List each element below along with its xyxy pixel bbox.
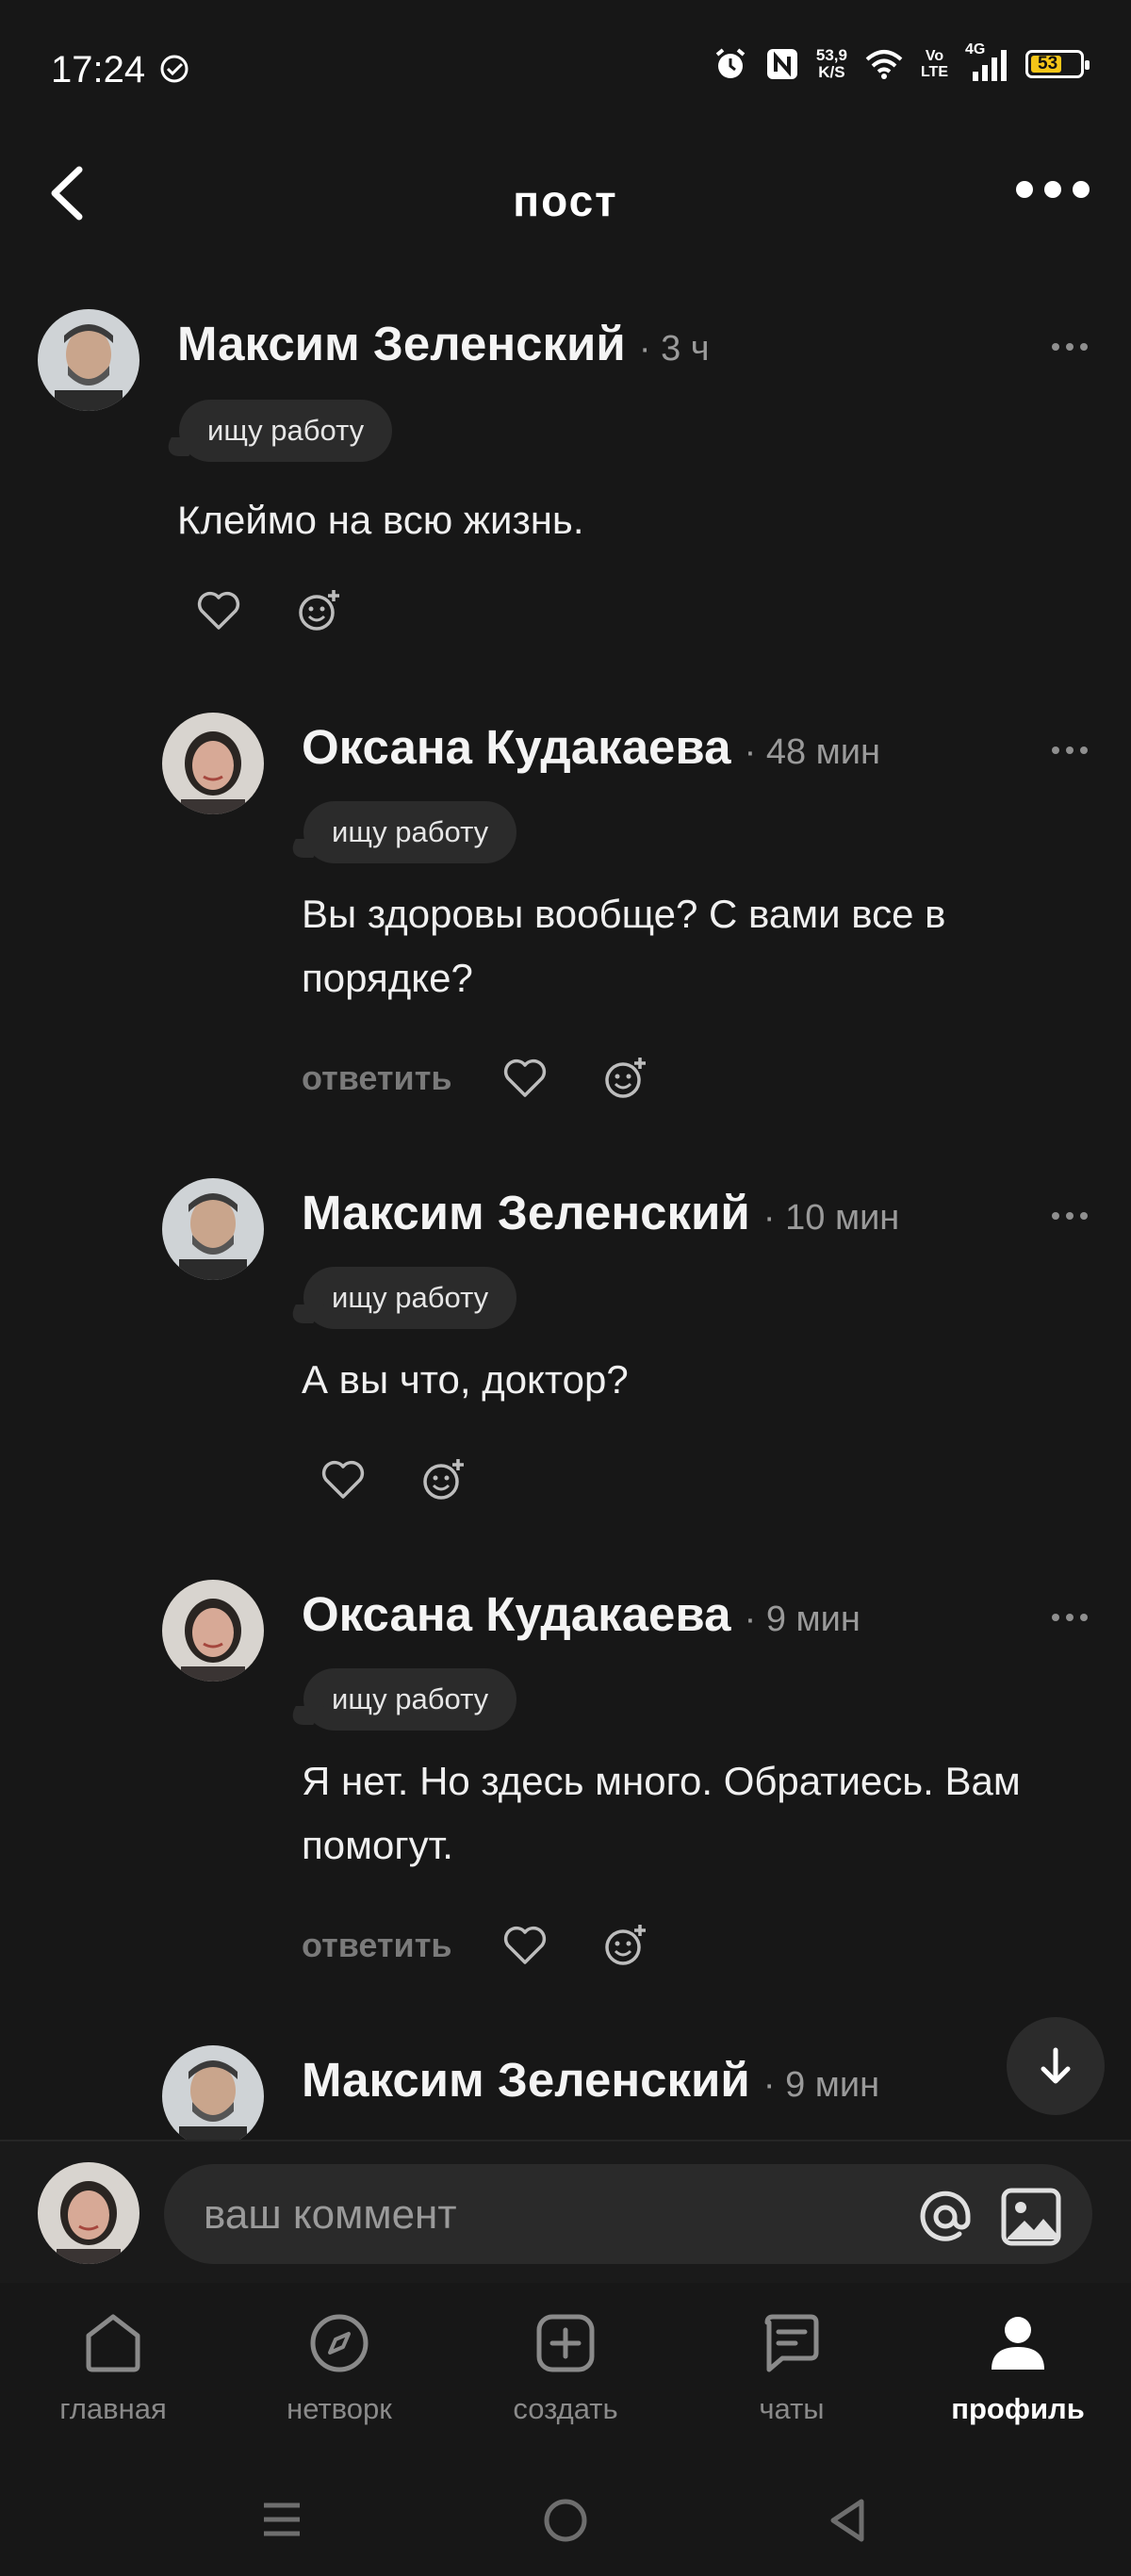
comment-author[interactable]: Оксана Кудакаева · 48 мин bbox=[302, 719, 880, 775]
comment-time: · 9 мин bbox=[762, 2065, 880, 2105]
avatar[interactable] bbox=[162, 1580, 264, 1682]
status-badge: ищу работу bbox=[303, 801, 517, 863]
arrow-down-icon bbox=[1041, 2047, 1071, 2084]
nav-item-chats[interactable]: чаты bbox=[679, 2281, 905, 2460]
like-heart-icon[interactable] bbox=[192, 584, 245, 637]
status-badge: ищу работу bbox=[303, 1267, 517, 1329]
battery-icon: 53 bbox=[1025, 50, 1090, 78]
mention-at-icon[interactable] bbox=[915, 2187, 975, 2247]
comment-time: · 10 мин bbox=[762, 1198, 900, 1238]
status-time: 17:24 bbox=[51, 49, 146, 90]
nfc-icon bbox=[766, 49, 797, 79]
avatar[interactable] bbox=[162, 713, 264, 814]
current-user-avatar bbox=[38, 2162, 139, 2264]
comment-reply: Оксана Кудакаева · 9 мин ищу работу Я не… bbox=[0, 1572, 1131, 2015]
nav-item-profile[interactable]: профиль bbox=[905, 2281, 1131, 2460]
comment-reply: Оксана Кудакаева · 48 мин ищу работу Вы … bbox=[0, 705, 1131, 1148]
reply-button[interactable]: ответить bbox=[302, 1058, 451, 1098]
comment-reply: Максим Зеленский · 9 мин bbox=[0, 2038, 1131, 2140]
scroll-down-button[interactable] bbox=[1007, 2017, 1105, 2115]
more-options-icon[interactable] bbox=[1016, 181, 1090, 198]
comment-text: Клеймо на всю жизнь. bbox=[177, 498, 584, 542]
profile-icon bbox=[992, 2317, 1044, 2370]
comment-text: Я нет. Но здесь много. Обратиесь. Вам по… bbox=[302, 1759, 1021, 1867]
network-speed: 53,9 K/S bbox=[815, 46, 847, 81]
like-heart-icon[interactable] bbox=[499, 1919, 551, 1972]
compass-icon bbox=[310, 2314, 369, 2372]
comment-actions bbox=[317, 1453, 469, 1506]
comment-actions: ответить bbox=[302, 1919, 651, 1972]
page-title: пост bbox=[513, 176, 618, 225]
check-circle-icon bbox=[160, 55, 188, 83]
comment-text: А вы что, доктор? bbox=[302, 1357, 629, 1402]
comment: Максим Зеленский · 3 ч ищу работу Клеймо… bbox=[0, 302, 1131, 679]
system-navigation-bar bbox=[0, 2460, 1131, 2576]
comment-reply: Максим Зеленский · 10 мин ищу работу А в… bbox=[0, 1171, 1131, 1548]
home-circle-icon[interactable] bbox=[541, 2496, 590, 2545]
nav-label: главная bbox=[59, 2392, 167, 2425]
comment-text: Вы здоровы вообще? С вами все в порядке? bbox=[302, 892, 946, 1000]
top-bar: пост bbox=[0, 141, 1131, 254]
comment-author[interactable]: Максим Зеленский · 3 ч bbox=[177, 316, 710, 371]
status-badge: ищу работу bbox=[179, 400, 393, 462]
avatar[interactable] bbox=[38, 309, 139, 411]
comment-composer bbox=[0, 2140, 1131, 2283]
like-heart-icon[interactable] bbox=[317, 1453, 369, 1506]
comment-author[interactable]: Максим Зеленский · 9 мин bbox=[302, 2052, 879, 2108]
recent-apps-icon[interactable] bbox=[258, 2496, 305, 2543]
add-reaction-icon[interactable] bbox=[598, 1052, 651, 1105]
nav-item-create[interactable]: создать bbox=[452, 2281, 679, 2460]
nav-item-home[interactable]: главная bbox=[0, 2281, 226, 2460]
nav-label: профиль bbox=[951, 2392, 1085, 2425]
comment-menu-icon[interactable] bbox=[1052, 1212, 1088, 1220]
status-bar: 17:24 53,9 K/S Vo LTE 4G 53 bbox=[0, 0, 1131, 141]
add-reaction-icon[interactable] bbox=[292, 584, 345, 637]
avatar[interactable] bbox=[162, 1178, 264, 1280]
comment-author[interactable]: Оксана Кудакаева · 9 мин bbox=[302, 1586, 861, 1642]
nav-label: создать bbox=[513, 2392, 618, 2425]
like-heart-icon[interactable] bbox=[499, 1052, 551, 1105]
reply-button[interactable]: ответить bbox=[302, 1926, 451, 1965]
nav-label: нетворк bbox=[287, 2392, 392, 2425]
back-triangle-icon[interactable] bbox=[824, 2496, 871, 2545]
comment-input[interactable] bbox=[202, 2164, 865, 2266]
alarm-icon bbox=[715, 48, 746, 78]
nav-label: чаты bbox=[759, 2392, 825, 2425]
home-icon bbox=[86, 2314, 140, 2372]
comment-actions bbox=[192, 584, 345, 637]
volte-indicator: Vo LTE bbox=[920, 48, 948, 80]
comment-time: · 48 мин bbox=[744, 732, 881, 772]
wifi-icon bbox=[865, 50, 903, 79]
comment-menu-icon[interactable] bbox=[1052, 1614, 1088, 1621]
bottom-navigation: главная нетворк создать чаты профиль bbox=[0, 2281, 1131, 2460]
add-reaction-icon[interactable] bbox=[417, 1453, 469, 1506]
comment-input-container bbox=[164, 2164, 1092, 2266]
avatar[interactable] bbox=[162, 2045, 264, 2140]
comment-actions: ответить bbox=[302, 1052, 651, 1105]
status-badge: ищу работу bbox=[303, 1668, 517, 1731]
comment-author[interactable]: Максим Зеленский · 10 мин bbox=[302, 1185, 899, 1240]
attach-image-icon[interactable] bbox=[1000, 2187, 1062, 2247]
comment-time: · 3 ч bbox=[638, 329, 710, 369]
comment-time: · 9 мин bbox=[744, 1600, 861, 1639]
add-reaction-icon[interactable] bbox=[598, 1919, 651, 1972]
plus-square-icon bbox=[536, 2314, 595, 2372]
comment-menu-icon[interactable] bbox=[1052, 343, 1088, 351]
comment-menu-icon[interactable] bbox=[1052, 747, 1088, 754]
nav-item-network[interactable]: нетворк bbox=[226, 2281, 452, 2460]
signal-icon: 4G bbox=[965, 41, 1008, 83]
chat-icon bbox=[764, 2314, 819, 2372]
